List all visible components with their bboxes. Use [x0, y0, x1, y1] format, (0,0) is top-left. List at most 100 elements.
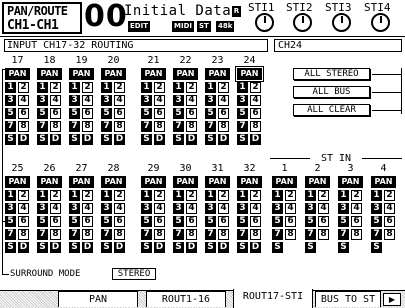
tab-bus-to-st[interactable]: BUS TO ST	[315, 291, 381, 307]
pan-button[interactable]: PAN	[37, 68, 62, 80]
bus-button-6[interactable]: 6	[318, 216, 329, 227]
bus-button-3[interactable]: 3	[37, 95, 48, 106]
direct-out-button[interactable]: D	[186, 242, 197, 253]
pan-button[interactable]: PAN	[141, 68, 166, 80]
bus-button-5[interactable]: 5	[272, 216, 283, 227]
direct-out-button[interactable]: D	[18, 242, 29, 253]
bus-button-8[interactable]: 8	[186, 229, 197, 240]
stereo-button[interactable]: S	[5, 242, 16, 253]
bus-button-8[interactable]: 8	[384, 229, 395, 240]
bus-button-2[interactable]: 2	[186, 190, 197, 201]
bus-button-1[interactable]: 1	[37, 190, 48, 201]
bus-button-2[interactable]: 2	[114, 190, 125, 201]
bus-button-8[interactable]: 8	[186, 121, 197, 132]
bus-button-5[interactable]: 5	[237, 108, 248, 119]
bus-button-2[interactable]: 2	[154, 82, 165, 93]
bus-button-3[interactable]: 3	[338, 203, 349, 214]
bus-button-4[interactable]: 4	[250, 203, 261, 214]
bus-button-8[interactable]: 8	[318, 229, 329, 240]
bus-button-7[interactable]: 7	[101, 229, 112, 240]
bus-button-1[interactable]: 1	[5, 82, 16, 93]
stereo-button[interactable]: S	[272, 242, 283, 253]
direct-out-button[interactable]: D	[154, 242, 165, 253]
pan-button[interactable]: PAN	[235, 66, 264, 82]
bus-button-7[interactable]: 7	[141, 121, 152, 132]
bus-button-1[interactable]: 1	[205, 190, 216, 201]
bus-button-3[interactable]: 3	[173, 95, 184, 106]
bus-button-2[interactable]: 2	[285, 190, 296, 201]
bus-button-8[interactable]: 8	[18, 121, 29, 132]
stereo-button[interactable]: S	[37, 134, 48, 145]
bus-button-2[interactable]: 2	[50, 190, 61, 201]
stereo-button[interactable]: S	[69, 134, 80, 145]
bus-button-7[interactable]: 7	[37, 229, 48, 240]
bus-button-4[interactable]: 4	[218, 203, 229, 214]
bus-button-7[interactable]: 7	[101, 121, 112, 132]
bus-button-5[interactable]: 5	[205, 216, 216, 227]
pan-button[interactable]: PAN	[5, 68, 30, 80]
bus-button-5[interactable]: 5	[305, 216, 316, 227]
bus-button-7[interactable]: 7	[237, 121, 248, 132]
pan-button[interactable]: PAN	[305, 176, 330, 188]
bus-button-4[interactable]: 4	[154, 203, 165, 214]
direct-out-button[interactable]: D	[82, 242, 93, 253]
stereo-button[interactable]: S	[141, 134, 152, 145]
direct-out-button[interactable]: D	[250, 134, 261, 145]
sti1-level-knob[interactable]	[255, 13, 274, 32]
surround-mode-value[interactable]: STEREO	[112, 268, 156, 280]
direct-out-button[interactable]: D	[250, 242, 261, 253]
bus-button-8[interactable]: 8	[218, 229, 229, 240]
bus-button-2[interactable]: 2	[318, 190, 329, 201]
bus-button-1[interactable]: 1	[141, 82, 152, 93]
pan-button[interactable]: PAN	[173, 176, 198, 188]
bus-button-4[interactable]: 4	[186, 95, 197, 106]
bus-button-5[interactable]: 5	[173, 108, 184, 119]
direct-out-button[interactable]: D	[218, 134, 229, 145]
bus-button-4[interactable]: 4	[351, 203, 362, 214]
stereo-button[interactable]: S	[101, 242, 112, 253]
bus-button-1[interactable]: 1	[173, 82, 184, 93]
bus-button-8[interactable]: 8	[114, 229, 125, 240]
bus-button-7[interactable]: 7	[371, 229, 382, 240]
bus-button-3[interactable]: 3	[101, 203, 112, 214]
bus-button-8[interactable]: 8	[50, 121, 61, 132]
pan-button[interactable]: PAN	[338, 176, 363, 188]
bus-button-2[interactable]: 2	[114, 82, 125, 93]
bus-button-5[interactable]: 5	[371, 216, 382, 227]
bus-button-3[interactable]: 3	[37, 203, 48, 214]
pan-button[interactable]: PAN	[37, 176, 62, 188]
bus-button-4[interactable]: 4	[318, 203, 329, 214]
bus-button-7[interactable]: 7	[5, 229, 16, 240]
pan-button[interactable]: PAN	[237, 176, 262, 188]
tab-pan[interactable]: PAN	[58, 291, 138, 307]
bus-button-1[interactable]: 1	[272, 190, 283, 201]
bus-button-3[interactable]: 3	[141, 95, 152, 106]
pan-button[interactable]: PAN	[69, 68, 94, 80]
direct-out-button[interactable]: D	[154, 134, 165, 145]
bus-button-7[interactable]: 7	[173, 229, 184, 240]
pan-button[interactable]: PAN	[69, 176, 94, 188]
bus-button-1[interactable]: 1	[371, 190, 382, 201]
bus-button-1[interactable]: 1	[338, 190, 349, 201]
bus-button-8[interactable]: 8	[114, 121, 125, 132]
stereo-button[interactable]: S	[5, 134, 16, 145]
bus-button-7[interactable]: 7	[69, 229, 80, 240]
stereo-button[interactable]: S	[37, 242, 48, 253]
bus-button-3[interactable]: 3	[205, 203, 216, 214]
bus-button-3[interactable]: 3	[272, 203, 283, 214]
stereo-button[interactable]: S	[205, 242, 216, 253]
stereo-button[interactable]: S	[237, 242, 248, 253]
bus-button-1[interactable]: 1	[205, 82, 216, 93]
bus-button-2[interactable]: 2	[18, 82, 29, 93]
stereo-button[interactable]: S	[338, 242, 349, 253]
bus-button-7[interactable]: 7	[69, 121, 80, 132]
bus-button-5[interactable]: 5	[5, 108, 16, 119]
bus-button-5[interactable]: 5	[37, 216, 48, 227]
tab-rout1-16[interactable]: ROUT1-16	[146, 291, 226, 307]
stereo-button[interactable]: S	[101, 134, 112, 145]
pan-button[interactable]: PAN	[205, 68, 230, 80]
bus-button-4[interactable]: 4	[250, 95, 261, 106]
bus-button-8[interactable]: 8	[50, 229, 61, 240]
bus-button-4[interactable]: 4	[186, 203, 197, 214]
bus-button-6[interactable]: 6	[18, 108, 29, 119]
